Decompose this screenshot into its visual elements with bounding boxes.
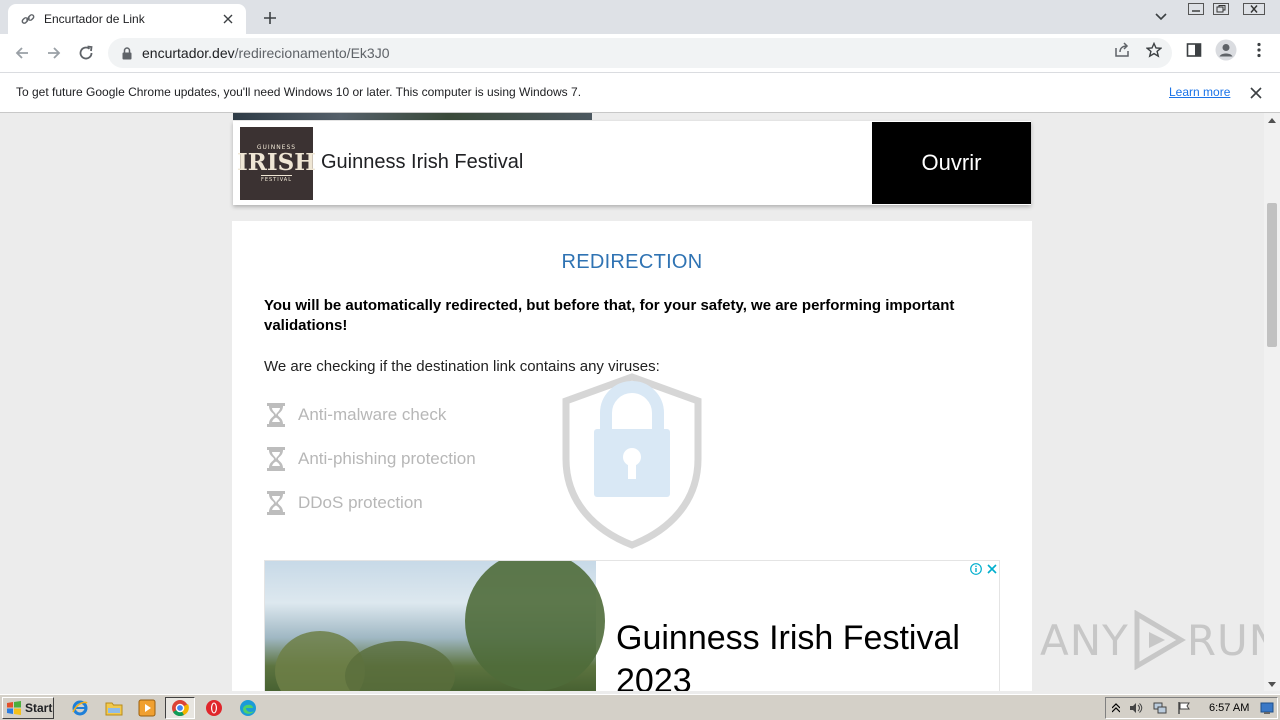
file-explorer-icon[interactable] <box>104 698 124 718</box>
address-bar[interactable]: encurtador.dev/redirecionamento/Ek3J0 <box>108 38 1172 68</box>
url-host: encurtador.dev <box>142 45 235 61</box>
url-path: /redirecionamento/Ek3J0 <box>234 45 390 61</box>
side-panel-icon[interactable] <box>1185 41 1203 59</box>
update-infobar: To get future Google Chrome updates, you… <box>0 72 1280 113</box>
ad-info-icon[interactable] <box>969 562 983 576</box>
show-desktop-icon[interactable] <box>1260 701 1274 715</box>
close-window-icon[interactable] <box>1238 0 1270 18</box>
forward-arrow-icon[interactable] <box>42 41 66 65</box>
browser-toolbar: encurtador.dev/redirecionamento/Ek3J0 <box>0 34 1280 72</box>
hourglass-icon <box>264 446 288 472</box>
start-button[interactable]: Start <box>2 697 54 719</box>
restore-icon[interactable] <box>1208 0 1234 18</box>
chevron-down-icon[interactable] <box>1152 8 1170 26</box>
back-arrow-icon[interactable] <box>10 41 34 65</box>
bookmark-star-icon[interactable] <box>1145 41 1163 59</box>
shield-lock-icon <box>562 373 702 549</box>
logo-line2: IRISH <box>237 149 316 176</box>
network-icon[interactable] <box>1153 701 1167 715</box>
new-tab-icon[interactable] <box>260 8 280 28</box>
minimize-icon[interactable] <box>1183 0 1209 18</box>
edge-icon[interactable] <box>238 698 258 718</box>
url-text: encurtador.dev/redirecionamento/Ek3J0 <box>142 45 390 61</box>
check-item-anti-phishing: Anti-phishing protection <box>264 444 476 474</box>
check-item-ddos: DDoS protection <box>264 488 423 518</box>
hourglass-icon <box>264 402 288 428</box>
check-label: Anti-malware check <box>298 405 447 424</box>
ad-banner-image-strip[interactable] <box>233 113 592 120</box>
learn-more-link[interactable]: Learn more <box>1169 85 1230 99</box>
hourglass-icon <box>264 490 288 516</box>
close-tab-icon[interactable] <box>220 11 236 27</box>
festival-photo[interactable] <box>265 561 605 691</box>
warning-text: You will be automatically redirected, bu… <box>264 297 955 334</box>
lock-icon[interactable] <box>120 46 134 60</box>
windows-taskbar: Start 6:57 AM <box>0 694 1280 720</box>
close-icon[interactable] <box>1248 85 1264 101</box>
open-ad-button[interactable]: Ouvrir <box>872 122 1031 204</box>
link-icon <box>20 11 36 27</box>
infobar-message: To get future Google Chrome updates, you… <box>16 85 582 99</box>
internet-explorer-icon[interactable] <box>70 698 90 718</box>
scroll-up-icon[interactable] <box>1264 113 1280 127</box>
page-title: REDIRECTION <box>561 251 703 273</box>
clock: 6:57 AM <box>1209 702 1250 714</box>
profile-avatar-icon[interactable] <box>1215 39 1237 61</box>
page-content: GUINNESS IRISH FESTIVAL Guinness Irish F… <box>0 113 1264 691</box>
system-tray: 6:57 AM <box>1105 697 1278 719</box>
check-label: DDoS protection <box>298 493 423 512</box>
scroll-down-icon[interactable] <box>1264 677 1280 691</box>
bottom-ad-title[interactable]: Guinness Irish Festival 2023 <box>616 617 996 691</box>
festival-logo: GUINNESS IRISH FESTIVAL <box>237 127 316 200</box>
check-item-anti-malware: Anti-malware check <box>264 400 446 430</box>
ad-title[interactable]: Guinness Irish Festival <box>321 151 523 174</box>
windows-logo-icon <box>7 701 21 715</box>
chrome-taskbar-icon[interactable] <box>165 697 195 719</box>
page-scrollbar[interactable] <box>1264 113 1280 691</box>
redirection-card: REDIRECTION You will be automatically re… <box>232 221 1032 691</box>
play-icon <box>1134 610 1186 670</box>
photo-tree <box>465 561 605 691</box>
opera-icon[interactable] <box>204 698 224 718</box>
top-ad-banner[interactable]: GUINNESS IRISH FESTIVAL Guinness Irish F… <box>233 121 1031 205</box>
browser-tab[interactable]: Encurtador de Link <box>8 4 246 34</box>
tray-expand-icon[interactable] <box>1109 701 1123 715</box>
kebab-menu-icon[interactable] <box>1250 41 1268 59</box>
photo-tree <box>345 641 455 691</box>
reload-icon[interactable] <box>74 41 98 65</box>
bottom-ad-banner[interactable]: Guinness Irish Festival 2023 <box>264 560 1000 691</box>
tab-title: Encurtador de Link <box>44 12 145 26</box>
start-label: Start <box>25 701 53 715</box>
anyrun-watermark: ANY RUN <box>1040 610 1280 670</box>
action-center-flag-icon[interactable] <box>1177 701 1191 715</box>
watermark-left: ANY <box>1040 615 1129 665</box>
tab-strip: Encurtador de Link <box>0 0 1280 34</box>
scrollbar-thumb[interactable] <box>1267 203 1277 347</box>
volume-icon[interactable] <box>1129 701 1143 715</box>
media-player-icon[interactable] <box>137 698 157 718</box>
share-icon[interactable] <box>1113 41 1131 59</box>
check-label: Anti-phishing protection <box>298 449 476 468</box>
close-ad-icon[interactable] <box>985 562 999 576</box>
logo-line3: FESTIVAL <box>260 175 293 183</box>
